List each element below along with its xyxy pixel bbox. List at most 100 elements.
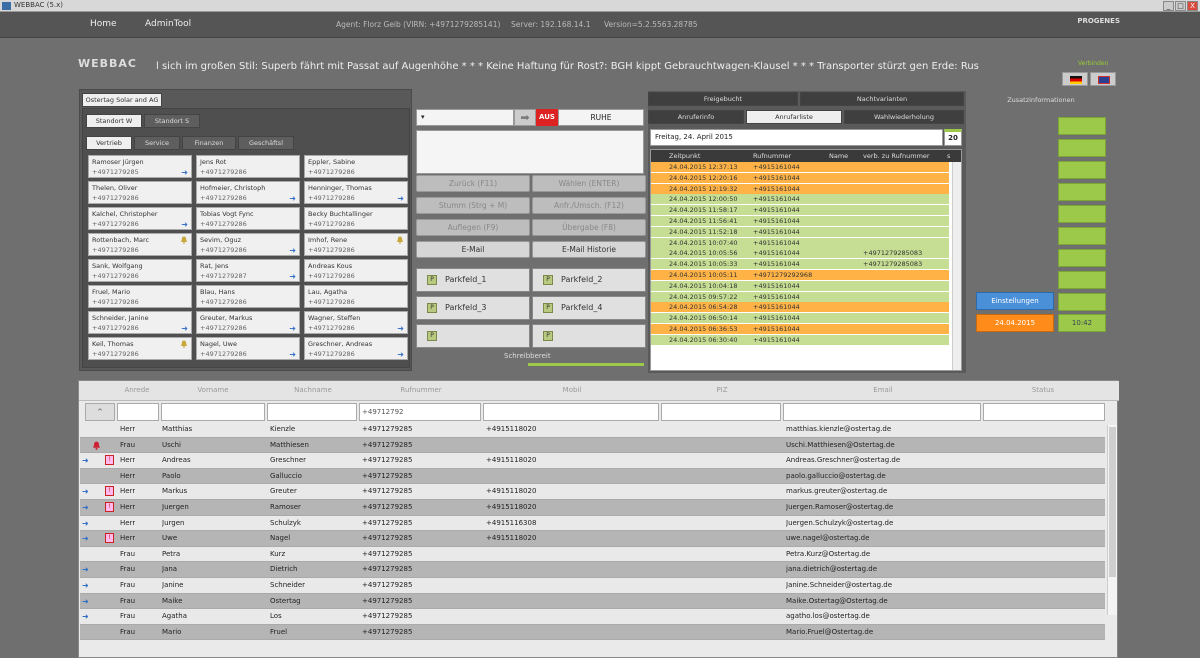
call-row[interactable]: 24.04.2015 11:56:41 +4915161044 (651, 216, 949, 227)
contact-card[interactable]: Eppler, Sabine +4971279286 (304, 155, 408, 178)
call-row[interactable]: 24.04.2015 10:04:18 +4915161044 (651, 280, 949, 292)
phone-button-3[interactable]: Anfr./Umsch. (F12) (532, 197, 646, 214)
table-row[interactable]: ➜ Frau Janine Schneider +4971279285 Janine.Sc… (80, 578, 1105, 594)
col-zeitpunkt[interactable]: Zeitpunkt (669, 150, 700, 162)
transfer-arrow-icon[interactable]: ➜ (82, 500, 89, 515)
col-rufnummer[interactable]: Rufnummer (359, 381, 483, 399)
col-nachname[interactable]: Nachname (267, 381, 359, 399)
table-row[interactable]: ➜! Herr Juergen Ramoser +4971279285 +49151180… (80, 500, 1105, 516)
transfer-arrow-icon[interactable]: ➜ (289, 324, 296, 334)
transfer-arrow-icon[interactable]: ➜ (181, 324, 188, 334)
transfer-arrow-icon[interactable]: ➜ (82, 453, 89, 468)
tab-service[interactable]: Service (134, 136, 180, 150)
transfer-arrow-icon[interactable]: ➜ (181, 168, 188, 178)
phone-button-0[interactable]: Zurück (F11) (416, 175, 530, 192)
table-row[interactable]: Frau Uschi Matthiesen +4971279285 Uschi.Matt… (80, 437, 1105, 454)
col-verb[interactable]: verb. zu Rufnummer (863, 150, 930, 162)
phone-button-2[interactable]: Stumm (Strg + M) (416, 197, 530, 214)
filter-toggle-button[interactable]: ^ (85, 403, 115, 421)
filter-vorname[interactable] (161, 403, 265, 421)
flag-english-button[interactable] (1090, 72, 1116, 86)
table-scrollbar[interactable] (1107, 425, 1117, 615)
settings-button[interactable]: Einstellungen (976, 292, 1054, 310)
table-row[interactable]: Frau Petra Kurz +4971279285 Petra.Kurz@Oster… (80, 546, 1105, 563)
line-select[interactable]: ▾ (416, 109, 514, 126)
contact-card[interactable]: Tobias Vogt Fync +4971279286 (196, 207, 300, 230)
transfer-arrow-icon[interactable]: ➜ (397, 324, 404, 334)
menu-home[interactable]: Home (90, 19, 117, 29)
parkfeld-button[interactable]: P Parkfeld_2 (532, 268, 646, 292)
table-row[interactable]: ➜! Herr Uwe Nagel +4971279285 +4915118020 uwe.… (80, 531, 1105, 547)
parkfeld-button[interactable]: P Parkfeld_4 (532, 296, 646, 320)
transfer-arrow-icon[interactable]: ➜ (82, 516, 89, 531)
phone-button-4[interactable]: Auflegen (F9) (416, 219, 530, 236)
contact-card[interactable]: Fruel, Mario +4971279286 (88, 285, 192, 308)
table-row[interactable]: ➜! Herr Andreas Greschner +4971279285 +491511… (80, 453, 1105, 469)
date-field[interactable]: Freitag, 24. April 2015 (650, 129, 943, 146)
call-row[interactable]: 24.04.2015 06:30:40 +4915161044 (651, 334, 949, 346)
contact-card[interactable]: Blau, Hans +4971279286 (196, 285, 300, 308)
call-row[interactable]: 24.04.2015 12:00:50 +4915161044 (651, 194, 949, 206)
parkfeld-button[interactable]: P Parkfeld_1 (416, 268, 530, 292)
transfer-arrow-icon[interactable]: ➜ (397, 194, 404, 204)
table-row[interactable]: ➜! Herr Markus Greuter +4971279285 +491511802… (80, 484, 1105, 500)
table-scrollbar-thumb[interactable] (1109, 427, 1116, 577)
transfer-arrow-icon[interactable]: ➜ (82, 531, 89, 546)
filter-piz[interactable] (661, 403, 781, 421)
transfer-arrow-icon[interactable]: ➜ (289, 272, 296, 282)
minimize-button[interactable]: _ (1163, 1, 1174, 11)
contact-card[interactable]: Sevim, Oguz +4971279286 ➜ (196, 233, 300, 256)
tab-finanzen[interactable]: Finanzen (182, 136, 236, 150)
contact-card[interactable]: Rat, Jens +4971279287 ➜ (196, 259, 300, 282)
contact-card[interactable]: Greuter, Markus +4971279286 ➜ (196, 311, 300, 334)
call-row[interactable]: 24.04.2015 10:05:33 +4915161044 +497127928… (651, 259, 949, 271)
call-row[interactable]: 24.04.2015 09:57:22 +4915161044 (651, 291, 949, 303)
menu-admintool[interactable]: AdminTool (145, 19, 191, 29)
col-name[interactable]: Name (829, 150, 848, 162)
filter-rufnummer[interactable]: +49712792 (359, 403, 481, 421)
table-row[interactable]: Herr Paolo Galluccio +4971279285 paolo.gallu… (80, 468, 1105, 485)
contact-card[interactable]: Ramoser Jürgen +4971279285 ➜ (88, 155, 192, 178)
transfer-arrow-icon[interactable]: ➜ (82, 484, 89, 499)
contact-card[interactable]: Schneider, Janine +4971279286 ➜ (88, 311, 192, 334)
transfer-arrow-icon[interactable]: ➜ (289, 350, 296, 360)
filter-mobil[interactable] (483, 403, 659, 421)
tab-geschaeftsl[interactable]: Geschäftsl (238, 136, 294, 150)
aus-button[interactable]: AUS (536, 109, 558, 126)
parkfeld-button[interactable]: P (416, 324, 530, 348)
forward-arrow-icon[interactable]: ➡ (514, 109, 536, 126)
tab-standort-s[interactable]: Standort S (144, 114, 200, 128)
transfer-arrow-icon[interactable]: ➜ (82, 609, 89, 624)
col-status[interactable]: Status (983, 381, 1103, 399)
tab-vertrieb[interactable]: Vertrieb (86, 136, 132, 150)
contact-card[interactable]: Andreas Kous +4971279286 (304, 259, 408, 282)
contact-card[interactable]: Kalchel, Christopher +4971279286 ➜ (88, 207, 192, 230)
contact-card[interactable]: Lau, Agatha +4971279286 (304, 285, 408, 308)
transfer-arrow-icon[interactable]: ➜ (82, 578, 89, 593)
phone-button-5[interactable]: Übergabe (F8) (532, 219, 646, 236)
tab-anruferliste[interactable]: Anrufarliste (746, 110, 842, 124)
company-tab[interactable]: Ostertag Solar and AG (82, 93, 162, 107)
call-row[interactable]: 24.04.2015 11:52:18 +4915161044 (651, 226, 949, 238)
call-row[interactable]: 24.04.2015 11:58:17 +4915161044 (651, 205, 949, 217)
table-row[interactable]: ➜ Frau Jana Dietrich +4971279285 jana.dietric… (80, 562, 1105, 578)
flag-german-button[interactable] (1062, 72, 1088, 86)
calls-scrollbar[interactable] (952, 162, 961, 370)
contact-card[interactable]: Henninger, Thomas +4971279286 ➜ (304, 181, 408, 204)
contact-card[interactable]: Imhof, Rene +4971279286 (304, 233, 408, 256)
close-button[interactable]: X (1187, 1, 1198, 11)
transfer-arrow-icon[interactable]: ➜ (289, 246, 296, 256)
col-s[interactable]: s (947, 150, 950, 162)
tab-wahlwiederholung[interactable]: Wahlwiederholung (844, 110, 964, 124)
table-row[interactable]: Frau Mario Fruel +4971279285 Mario.Fruel@Ost… (80, 624, 1105, 641)
phone-button-7[interactable]: E-Mail Historie (532, 241, 646, 258)
contact-card[interactable]: Thelen, Oliver +4971279286 (88, 181, 192, 204)
col-mobil[interactable]: Mobil (483, 381, 661, 399)
transfer-arrow-icon[interactable]: ➜ (82, 562, 89, 577)
filter-nachname[interactable] (267, 403, 357, 421)
call-row[interactable]: 24.04.2015 06:36:53 +4915161044 (651, 324, 949, 335)
transfer-arrow-icon[interactable]: ➜ (289, 194, 296, 204)
dial-display[interactable] (416, 130, 644, 174)
phone-button-1[interactable]: Wählen (ENTER) (532, 175, 646, 192)
col-piz[interactable]: PIZ (661, 381, 783, 399)
